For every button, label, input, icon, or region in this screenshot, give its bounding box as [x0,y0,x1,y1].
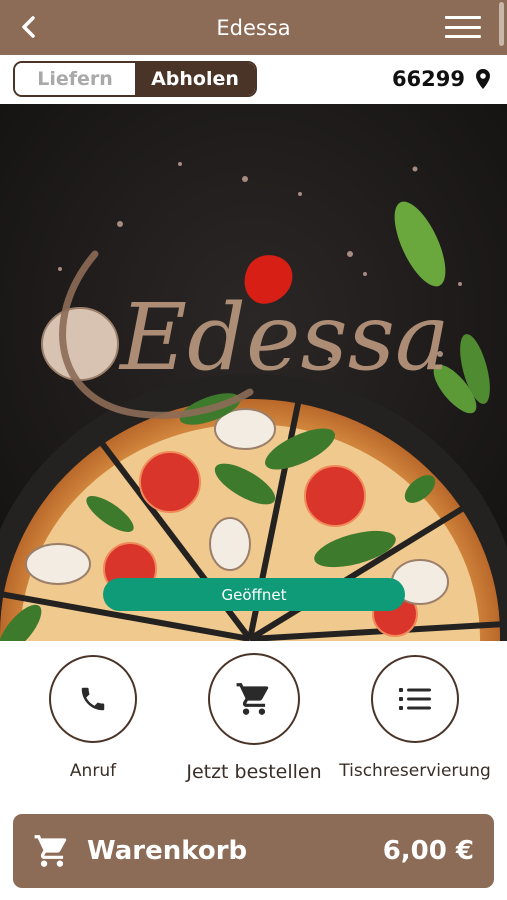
table-reservation-button[interactable] [371,655,459,743]
order-mode-bar: Liefern Abholen 66299 [0,55,507,104]
back-button[interactable] [14,12,44,42]
cart-label: Warenkorb [87,836,248,866]
phone-icon [81,687,105,711]
call-label: Anruf [69,761,117,781]
pizza-illustration: Edessa [0,104,507,641]
order-mode-toggle: Liefern Abholen [13,61,257,97]
cart-bar[interactable]: Warenkorb 6,00 € [13,814,494,888]
page-title: Edessa [216,15,291,40]
location-zip[interactable]: 66299 [392,67,491,91]
table-reservation-action[interactable]: Tischreservierung [339,655,491,781]
zip-code: 66299 [391,67,465,91]
cart-total: 6,00 € [382,836,474,866]
delivery-option[interactable]: Liefern [15,63,135,95]
call-button[interactable] [49,655,137,743]
hamburger-menu-icon[interactable] [443,12,483,42]
logo-text: Edessa [118,284,450,391]
app-header: Edessa [0,0,507,55]
order-now-action[interactable]: Jetzt bestellen [186,653,322,783]
restaurant-hero-image: Edessa Geöffnet [0,104,507,641]
list-icon [399,688,431,710]
order-now-label: Jetzt bestellen [186,761,322,783]
order-now-button[interactable] [208,653,300,745]
call-action[interactable]: Anruf [48,655,138,781]
cart-icon [34,835,67,867]
pickup-option[interactable]: Abholen [135,63,255,95]
open-status-badge[interactable]: Geöffnet [103,578,405,611]
scrollbar[interactable] [499,2,504,46]
chevron-left-icon [22,16,35,38]
quick-actions: Anruf Jetzt bestellen Tischreservierung [0,641,507,806]
cart-icon [236,683,269,715]
map-pin-icon [476,69,490,89]
table-reservation-label: Tischreservierung [339,761,491,781]
